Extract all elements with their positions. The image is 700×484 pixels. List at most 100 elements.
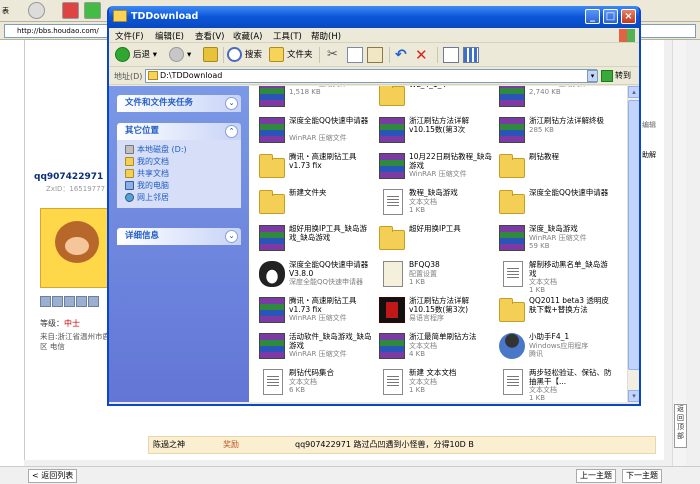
paste-icon[interactable] <box>367 47 383 63</box>
go-arrow-icon <box>601 69 613 82</box>
file-item[interactable]: 新建文件夹 <box>251 186 371 222</box>
place-my-computer[interactable]: 我的电脑 <box>125 180 241 192</box>
file-item[interactable]: 两步轻松验证、保钻、防抽黑干【... 文本文档 1 KB <box>491 366 612 402</box>
file-size: 285 KB <box>529 126 554 134</box>
file-type: 文本文档 <box>409 342 437 350</box>
close-button[interactable]: × <box>621 9 636 24</box>
other-places-header[interactable]: 其它位置 ⌃ <box>117 123 241 140</box>
file-item[interactable]: QQ2011 beta3 透明皮肤下载+替换方法 <box>491 294 611 330</box>
next-topic-button[interactable]: 下一主题 <box>622 469 662 483</box>
profile-icon[interactable] <box>64 296 75 307</box>
scroll-up-icon[interactable]: ▴ <box>628 86 639 98</box>
menu-tools[interactable]: 工具(T) <box>273 30 302 42</box>
file-item[interactable]: 深度全能QQ快速申请器 WinRAR 压缩文件 <box>251 114 371 150</box>
home-icon[interactable] <box>88 296 99 307</box>
browser-url-input[interactable]: http://bbs.houdao.com/ <box>4 24 108 38</box>
username[interactable]: qq907422971 <box>34 172 103 182</box>
file-item[interactable]: 10月22日刷钻教程_缺岛游戏 WinRAR 压缩文件 <box>371 150 492 186</box>
file-item[interactable]: 浙江刷钻方法详解v10.15数(第3次 <box>371 114 491 150</box>
place-network[interactable]: 网上邻居 <box>125 192 241 204</box>
views-icon[interactable] <box>463 47 479 63</box>
file-item[interactable]: 解制移动黑名单_缺岛游戏 文本文档 1 KB <box>491 258 611 294</box>
scroll-down-icon[interactable]: ▾ <box>628 390 639 402</box>
txt-file-icon <box>503 261 523 287</box>
minimize-button[interactable]: _ <box>585 9 600 24</box>
copy-icon[interactable] <box>347 47 363 63</box>
file-item[interactable]: 刷钻教程 <box>491 150 611 186</box>
title-bar[interactable]: TDDownload _ □ × <box>109 6 639 28</box>
back-to-list-button[interactable]: < 返回列表 <box>28 469 78 483</box>
browser-scrollbar[interactable] <box>672 40 686 466</box>
file-item[interactable]: BFQQ38 配置设置 1 KB <box>371 258 491 294</box>
file-item[interactable]: 刷钻代码集合 文本文档 6 KB <box>251 366 371 402</box>
file-item[interactable]: 教程_缺岛游戏 文本文档 1 KB <box>371 186 491 222</box>
file-item[interactable]: 新建 文本文档 文本文档 1 KB <box>371 366 491 402</box>
browser-search-input[interactable] <box>640 24 696 38</box>
details-header[interactable]: 详细信息 ⌄ <box>117 228 241 245</box>
maximize-button[interactable]: □ <box>603 9 618 24</box>
menu-help[interactable]: 帮助(H) <box>311 30 341 42</box>
mail-icon[interactable] <box>76 296 87 307</box>
message-icon[interactable] <box>40 296 51 307</box>
place-local-disk[interactable]: 本地磁盘 (D:) <box>125 144 241 156</box>
menu-view[interactable]: 查看(V) <box>195 30 224 42</box>
file-item[interactable]: 浙江最简单刷钻方法 文本文档 4 KB <box>371 330 491 366</box>
file-item[interactable]: WinRAR 压缩文件2,740 KB <box>491 86 611 114</box>
rar-file-icon <box>499 86 525 107</box>
up-button[interactable] <box>203 46 221 64</box>
address-dropdown-icon[interactable]: ▾ <box>587 70 598 82</box>
avatar[interactable] <box>40 208 112 288</box>
file-item[interactable]: 活动软件_缺岛游戏_缺岛游戏 WinRAR 压缩文件 <box>251 330 372 366</box>
side-text-2: 助解 <box>642 151 656 159</box>
file-item[interactable]: 深度全能QQ快速申请器 <box>491 186 611 222</box>
forum-left-margin <box>0 40 24 484</box>
chevron-up-icon[interactable]: ⌃ <box>225 125 238 138</box>
file-item[interactable]: 超好用换IP工具 <box>371 222 491 258</box>
browser-stop-icon[interactable] <box>62 2 79 19</box>
file-item[interactable]: 深度_缺岛游戏 WinRAR 压缩文件 59 KB <box>491 222 611 258</box>
chevron-down-icon[interactable]: ⌄ <box>225 230 238 243</box>
menu-favorites[interactable]: 收藏(A) <box>233 30 262 42</box>
place-shared-documents[interactable]: 共享文档 <box>125 168 241 180</box>
prev-topic-button[interactable]: 上一主题 <box>576 469 616 483</box>
file-item[interactable]: 腾讯・高速刷钻工具v1.73 fix WinRAR 压缩文件 <box>251 294 371 330</box>
forward-button[interactable]: ▾ <box>169 46 191 64</box>
file-item[interactable]: 小助手F4_1 Windows应用程序 腾讯 <box>491 330 611 366</box>
menu-edit[interactable]: 编辑(E) <box>155 30 184 42</box>
file-item[interactable]: 浙江刷钻方法详解v10.15数(第3次) 易语言程序 <box>371 294 491 330</box>
file-item[interactable]: 超好用换IP工具_缺岛游戏_缺岛游戏 <box>251 222 371 258</box>
place-my-documents[interactable]: 我的文档 <box>125 156 241 168</box>
folders-button[interactable]: 文件夹 <box>269 46 313 64</box>
file-item[interactable]: 腾讯・高速刷钻工具v1.73 fix <box>251 150 371 186</box>
file-size: 1 KB <box>529 394 546 402</box>
menu-file[interactable]: 文件(F) <box>115 30 144 42</box>
file-item[interactable]: 深度全能QQ快速申请器 V3.8.0 深度全能QQ快速申请器 <box>251 258 371 294</box>
file-list-scrollbar[interactable]: ▴ ▾ <box>627 86 639 402</box>
file-tasks-header[interactable]: 文件和文件夹任务 ⌄ <box>117 95 241 112</box>
user-rank: 等级：中士 <box>40 319 80 328</box>
undo-icon[interactable]: ↶ <box>395 47 411 63</box>
search-button[interactable]: 搜索 <box>227 46 262 64</box>
file-item[interactable]: 浙江刷钻方法详解终极 285 KB <box>491 114 611 150</box>
friend-icon[interactable] <box>52 296 63 307</box>
browser-refresh-icon[interactable] <box>84 2 101 19</box>
scroll-thumb[interactable] <box>628 100 639 370</box>
cut-icon[interactable]: ✂ <box>327 47 343 63</box>
file-size: 4 KB <box>409 350 426 358</box>
back-button[interactable]: 后退 ▾ <box>115 46 157 64</box>
file-size: 1 KB <box>409 206 426 214</box>
reward-author[interactable]: 陈過之神 <box>153 437 185 453</box>
file-item[interactable]: WinRAR 压缩文件1,518 KB <box>251 86 371 114</box>
file-name: 超好用换IP工具 <box>409 224 461 233</box>
back-to-top-tab[interactable]: 返回顶部 <box>674 404 687 448</box>
delete-icon[interactable]: ✕ <box>415 47 431 63</box>
file-name: 刷钻代码集合 <box>289 368 334 377</box>
file-item[interactable]: WL_4_1_4 <box>371 86 491 114</box>
chevron-down-icon[interactable]: ⌄ <box>225 97 238 110</box>
address-input[interactable]: D:\TDDownload <box>145 69 597 83</box>
reward-text: qq907422971 路过凸凹遇到小怪兽，分得10D B <box>295 440 474 449</box>
properties-icon[interactable] <box>443 47 459 63</box>
txt-file-icon <box>383 369 403 395</box>
go-button[interactable]: 转到 <box>601 69 631 83</box>
browser-back-icon[interactable] <box>28 2 45 19</box>
